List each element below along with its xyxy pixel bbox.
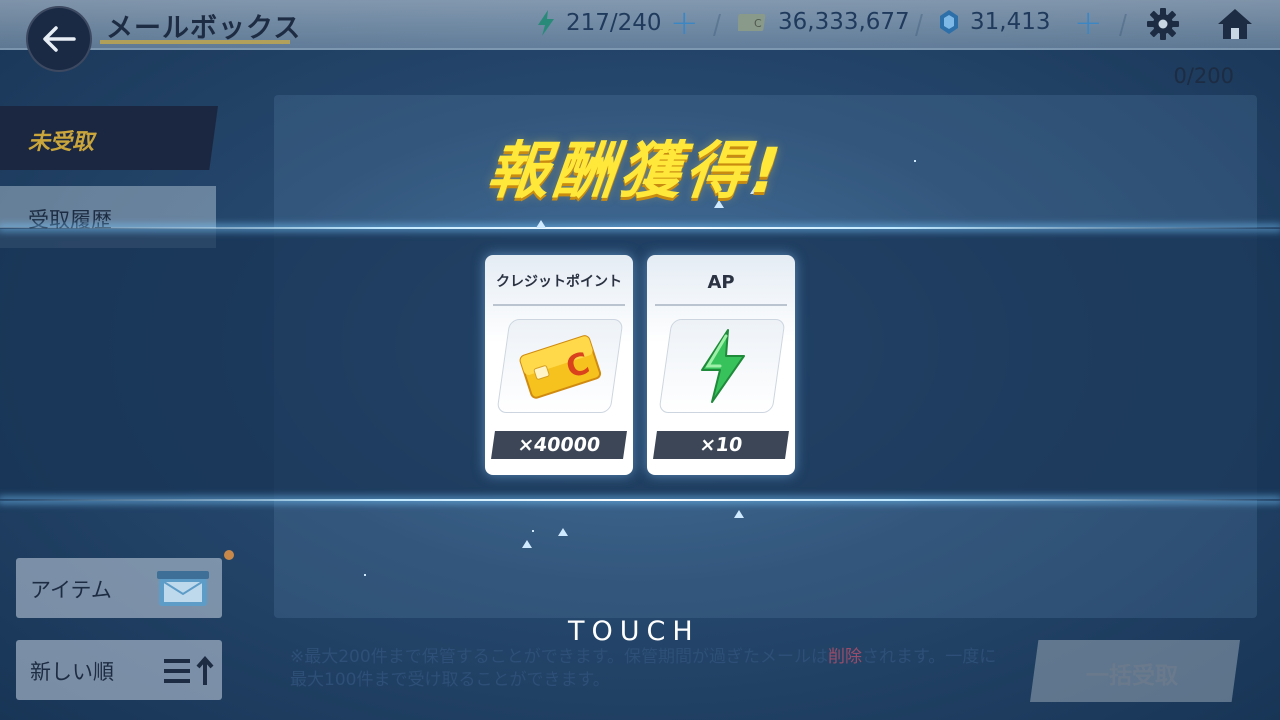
sparkle <box>734 510 744 518</box>
ap-counter: 217/240 <box>536 9 662 37</box>
sparkle <box>558 528 568 536</box>
bulk-receive-label: 一括受取 <box>1086 663 1178 689</box>
reward-card-ap[interactable]: AP ×10 <box>647 255 795 475</box>
tab-unreceived[interactable]: 未受取 <box>0 106 218 170</box>
note-highlight: 削除 <box>828 647 862 667</box>
filter-button[interactable]: アイテム <box>16 558 222 618</box>
divider <box>655 304 787 306</box>
back-arrow-icon <box>43 26 76 52</box>
gear-icon <box>1147 8 1179 40</box>
home-icon <box>1218 9 1252 39</box>
notification-dot <box>224 550 234 560</box>
reward-band <box>0 228 1280 500</box>
glow-line-top <box>0 227 1280 229</box>
title-underline <box>100 40 290 44</box>
sort-button[interactable]: 新しい順 <box>16 640 222 700</box>
home-button[interactable] <box>1216 7 1254 45</box>
reward-name: クレジットポイント <box>496 273 622 290</box>
bulk-receive-button[interactable]: 一括受取 <box>1030 640 1240 702</box>
svg-text:C: C <box>754 17 762 30</box>
ap-plus-button[interactable]: + <box>670 6 699 40</box>
filter-label: アイテム <box>30 578 112 602</box>
gem-plus-button[interactable]: + <box>1074 6 1103 40</box>
mailbox-icon <box>157 571 209 606</box>
divider <box>493 304 625 306</box>
mail-capacity: 0/200 <box>1173 64 1234 88</box>
gem-value: 31,413 <box>970 9 1051 35</box>
gem-icon <box>940 10 958 34</box>
sparkle <box>914 160 916 162</box>
reward-icon-frame: C <box>496 319 624 413</box>
note-text: ※最大200件まで保管することができます。保管期間が過ぎたメールは <box>290 647 828 667</box>
credit-card-icon: C <box>738 14 766 31</box>
sparkle <box>522 540 532 548</box>
credit-card-icon: C <box>519 335 602 399</box>
reward-quantity: ×10 <box>653 431 789 459</box>
credit-counter: C 36,333,677 <box>738 9 910 35</box>
sparkle <box>532 530 534 532</box>
sort-icon <box>164 656 214 685</box>
gem-counter: 31,413 <box>938 9 1050 35</box>
lightning-icon <box>701 329 745 403</box>
storage-note: ※最大200件まで保管することができます。保管期間が過ぎたメールは削除されます。… <box>290 646 1010 692</box>
reward-card-credit[interactable]: クレジットポイント C ×40000 <box>485 255 633 475</box>
credit-value: 36,333,677 <box>778 9 910 35</box>
glow-line-bottom <box>0 499 1280 501</box>
reward-name: AP <box>707 271 735 293</box>
reward-headline: 報酬獲得! <box>483 134 788 207</box>
settings-button[interactable] <box>1146 7 1180 45</box>
back-button[interactable] <box>26 6 92 72</box>
reward-quantity: ×40000 <box>491 431 627 459</box>
sparkle <box>536 220 546 228</box>
ap-value: 217/240 <box>566 10 662 36</box>
sort-label: 新しい順 <box>30 660 114 684</box>
touch-prompt[interactable]: TOUCH <box>568 616 700 647</box>
tab-label: 未受取 <box>28 130 95 155</box>
lightning-icon <box>538 10 554 36</box>
sparkle <box>364 574 366 576</box>
reward-icon-frame <box>658 319 786 413</box>
